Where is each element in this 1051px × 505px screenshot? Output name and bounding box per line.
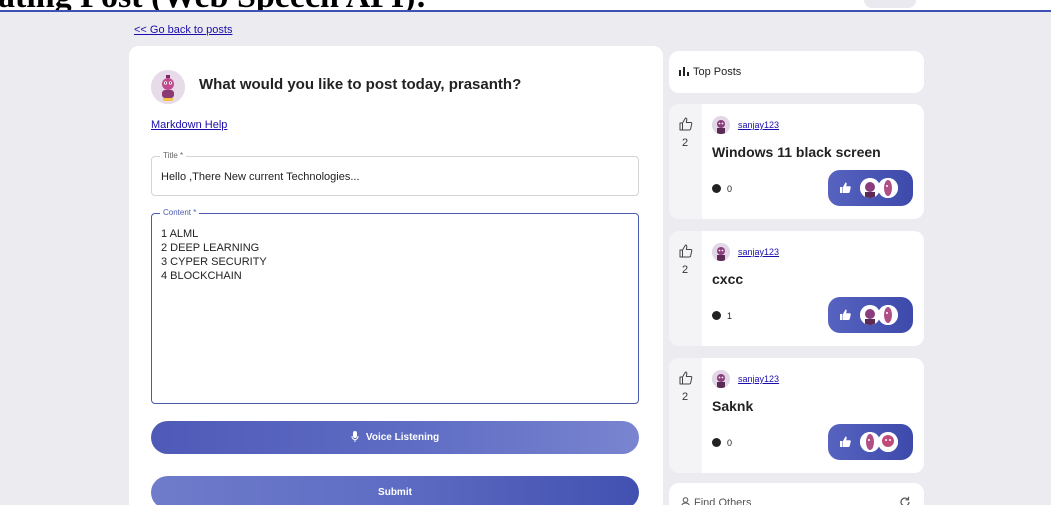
composer-prompt: What would you like to post today, prasa… (199, 76, 522, 93)
comment-icon (712, 311, 721, 320)
post-content: sanjay123 Windows 11 black screen 0 (702, 104, 924, 219)
comment-count: 0 (712, 184, 732, 194)
submit-button[interactable]: Submit (151, 476, 639, 505)
voice-button-label: Voice Listening (365, 432, 440, 443)
voice-listening-button[interactable]: Voice Listening (151, 421, 639, 454)
top-header-strip: ating Post (Web Speech API): (0, 0, 1051, 12)
post-title[interactable]: Saknk (712, 398, 753, 414)
post-content: sanjay123 cxcc 1 (702, 231, 924, 346)
thumb-up-icon (840, 309, 851, 320)
top-post-item[interactable]: 2 sanjay123 Saknk 0 (669, 358, 924, 473)
title-input-value[interactable]: Hello ,There New current Technologies... (161, 171, 360, 183)
comment-count: 0 (712, 438, 732, 448)
content-line: 2 DEEP LEARNING (161, 242, 260, 254)
top-post-item[interactable]: 2 sanjay123 cxcc 1 (669, 231, 924, 346)
page-heading: ating Post (Web Speech API): (0, 0, 427, 10)
content-field[interactable]: Content * 1 ALML 2 DEEP LEARNING 3 CYPER… (151, 208, 639, 404)
person-icon (681, 497, 690, 505)
author-username-link[interactable]: sanjay123 (738, 247, 779, 257)
likers-group[interactable] (828, 170, 913, 206)
markdown-help-link[interactable]: Markdown Help (151, 119, 227, 131)
thumb-up-icon (840, 436, 851, 447)
back-to-posts-link[interactable]: << Go back to posts (134, 24, 232, 36)
top-posts-title: Top Posts (693, 66, 742, 78)
find-others-title-row: Find Others (681, 497, 751, 505)
comment-icon (712, 438, 721, 447)
post-title[interactable]: cxcc (712, 271, 743, 287)
liker-avatar (878, 178, 898, 198)
content-textarea[interactable]: 1 ALML 2 DEEP LEARNING 3 CYPER SECURITY … (161, 227, 267, 283)
likers-group[interactable] (828, 424, 913, 460)
author-username-link[interactable]: sanjay123 (738, 120, 779, 130)
thumb-up-outline-icon[interactable] (679, 371, 693, 385)
refresh-icon[interactable] (899, 496, 911, 505)
content-line: 3 CYPER SECURITY (161, 256, 267, 268)
thumb-up-icon (840, 182, 851, 193)
top-posts-title-row: Top Posts (679, 66, 741, 78)
like-count: 2 (682, 391, 689, 403)
bar-chart-icon (679, 67, 689, 76)
author-avatar (712, 370, 730, 388)
liker-avatar (878, 305, 898, 325)
liker-avatar (860, 178, 880, 198)
comment-count-value: 0 (727, 438, 733, 448)
user-avatar (151, 70, 185, 104)
like-count: 2 (682, 137, 689, 149)
find-others-card: Find Others (669, 483, 924, 505)
comment-count-value: 0 (727, 184, 733, 194)
likers-group[interactable] (828, 297, 913, 333)
post-content: sanjay123 Saknk 0 (702, 358, 924, 473)
liker-avatar (878, 432, 898, 452)
author-avatar (712, 243, 730, 261)
liker-avatar (860, 305, 880, 325)
title-field[interactable]: Title * Hello ,There New current Technol… (151, 151, 639, 196)
content-line: 1 ALML (161, 228, 199, 240)
top-posts-header-card: Top Posts (669, 51, 924, 93)
content-line: 4 BLOCKCHAIN (161, 270, 242, 282)
like-count: 2 (682, 264, 689, 276)
top-post-item[interactable]: 2 sanjay123 Windows 11 black screen 0 (669, 104, 924, 219)
comment-icon (712, 184, 721, 193)
find-others-title: Find Others (694, 497, 752, 505)
content-legend: Content * (160, 208, 200, 218)
title-legend: Title * (160, 151, 187, 161)
microphone-icon (351, 431, 359, 442)
author-username-link[interactable]: sanjay123 (738, 374, 779, 384)
comment-count: 1 (712, 311, 732, 321)
submit-button-label: Submit (378, 487, 412, 498)
liker-avatar (860, 432, 880, 452)
thumb-up-outline-icon[interactable] (679, 244, 693, 258)
post-composer-card: What would you like to post today, prasa… (129, 46, 663, 505)
author-avatar (712, 116, 730, 134)
post-title[interactable]: Windows 11 black screen (712, 144, 881, 160)
thumb-up-outline-icon[interactable] (679, 117, 693, 131)
comment-count-value: 1 (727, 311, 733, 321)
header-control[interactable] (864, 0, 916, 8)
